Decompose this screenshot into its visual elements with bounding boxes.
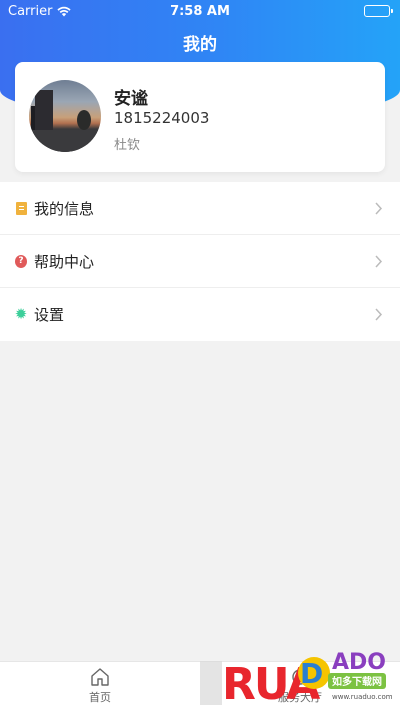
menu-item-settings[interactable]: ✹ 设置: [0, 288, 400, 341]
svg-text:www.ruaduo.com: www.ruaduo.com: [332, 693, 393, 701]
status-time: 7:58 AM: [170, 3, 230, 19]
menu-item-label: 设置: [34, 306, 65, 324]
profile-name: 安谧: [114, 89, 148, 109]
status-bar: Carrier 7:58 AM: [0, 0, 400, 22]
gear-icon: ✹: [14, 305, 28, 323]
profile-phone: 1815224003: [114, 109, 210, 127]
menu-item-label: 我的信息: [34, 199, 95, 218]
avatar[interactable]: [29, 80, 101, 152]
battery-icon: [364, 5, 393, 17]
chevron-right-icon: [375, 202, 383, 215]
document-icon: [15, 201, 27, 215]
chevron-right-icon: [375, 308, 383, 321]
svg-text:如多下载网: 如多下载网: [332, 675, 382, 688]
svg-text:ADO: ADO: [332, 650, 386, 675]
menu-item-label: 帮助中心: [34, 252, 95, 271]
home-icon: [91, 668, 109, 686]
menu-item-my-info[interactable]: 我的信息: [0, 182, 400, 235]
help-icon: ?: [15, 254, 27, 268]
watermark-logo: RUA D ADO 如多下载网 www.ruaduo.com: [200, 650, 393, 710]
menu-list: 我的信息 ? 帮助中心 ✹ 设置: [0, 182, 400, 341]
tab-home[interactable]: 首页: [0, 662, 200, 710]
svg-text:D: D: [300, 657, 323, 690]
chevron-right-icon: [375, 255, 383, 268]
profile-card[interactable]: 安谧 1815224003 杜钦: [15, 62, 385, 172]
tab-label: 首页: [89, 691, 111, 704]
page-title: 我的: [183, 35, 217, 55]
menu-item-help-center[interactable]: ? 帮助中心: [0, 235, 400, 288]
profile-subtitle: 杜钦: [114, 138, 141, 153]
